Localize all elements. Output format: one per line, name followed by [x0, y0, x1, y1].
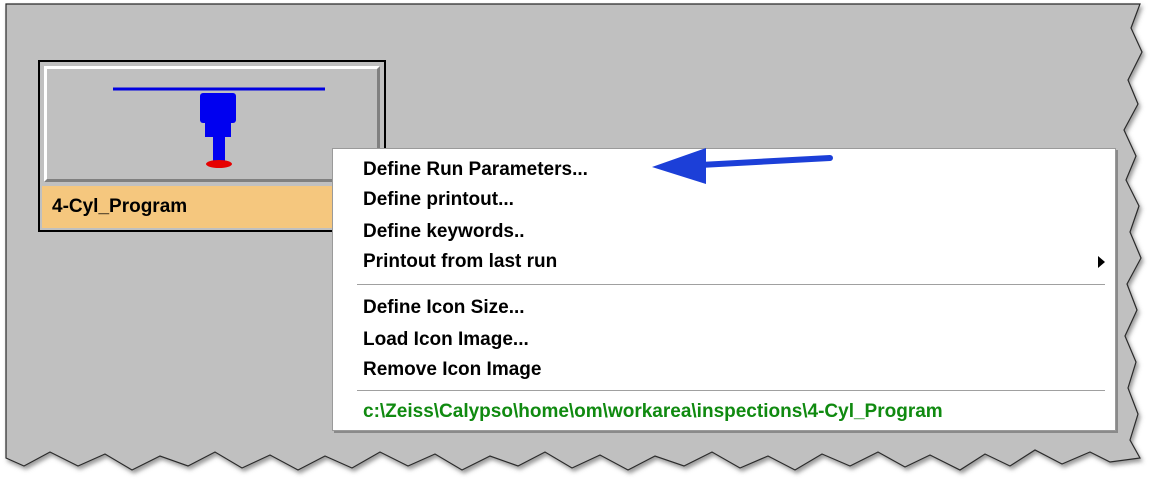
annotation-arrow-icon: [652, 148, 833, 184]
